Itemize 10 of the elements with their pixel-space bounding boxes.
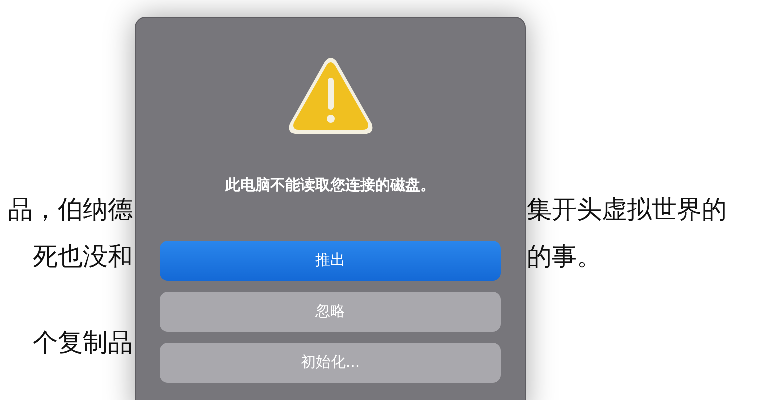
body-text: 品，伯纳德 bbox=[8, 195, 133, 225]
dialog-button[interactable]: 忽略 bbox=[160, 292, 501, 332]
body-text: 个复制品 bbox=[33, 328, 133, 358]
body-text: 死也没和 bbox=[33, 242, 133, 272]
dialog-button[interactable]: 初始化... bbox=[160, 342, 501, 382]
warning-icon bbox=[286, 56, 374, 136]
alert-message: 此电脑不能读取您连接的磁盘。 bbox=[226, 175, 436, 196]
dialog-button[interactable]: 推出 bbox=[160, 240, 501, 280]
body-text: 集开头虚拟世界的 bbox=[527, 195, 727, 225]
body-text: 的事。 bbox=[527, 242, 602, 272]
